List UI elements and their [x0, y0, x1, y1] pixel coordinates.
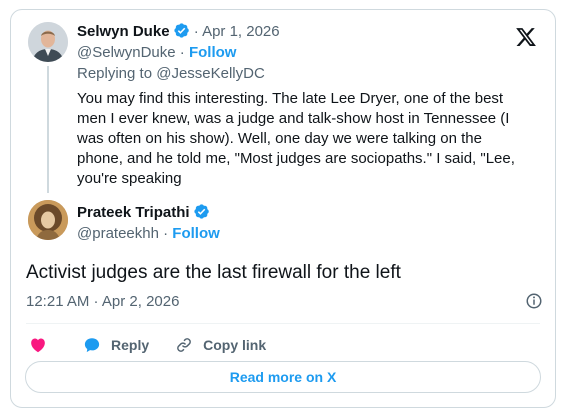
reply-button[interactable]: Reply [83, 336, 149, 354]
replying-to[interactable]: Replying to @JesseKellyDC [77, 64, 265, 84]
quoted-text-line: You may find this interesting. The late … [77, 90, 504, 107]
verified-badge-icon [173, 23, 189, 38]
quoted-text-line: was often on his show). Well, one day we… [77, 130, 482, 147]
follow-prateek-button[interactable]: Follow [172, 225, 220, 242]
info-icon[interactable] [525, 292, 543, 310]
copy-link-button[interactable]: Copy link [175, 336, 266, 354]
quoted-header: Selwyn Duke · Apr 1, 2026 [77, 22, 280, 42]
tweet-header: Prateek Tripathi [77, 203, 210, 223]
prateek-tripathi-avatar[interactable] [28, 200, 68, 240]
tweet-handle[interactable]: @prateekhh [77, 225, 159, 242]
quoted-author-name[interactable]: Selwyn Duke [77, 23, 170, 40]
dot-separator: · [163, 225, 169, 242]
reply-bubble-icon [84, 338, 100, 353]
heart-icon [31, 338, 45, 353]
divider [26, 323, 540, 324]
reply-label: Reply [111, 337, 150, 353]
link-icon [177, 338, 191, 352]
quoted-text-line: men I ever knew, was a judge and talk-sh… [77, 110, 510, 127]
dot-separator: · [193, 23, 199, 40]
like-button[interactable] [29, 336, 57, 354]
x-logo-icon[interactable] [515, 26, 537, 48]
quoted-handle-row: @SelwynDuke · Follow [77, 43, 236, 63]
quoted-text: You may find this interesting. The late … [77, 89, 527, 189]
copy-link-label: Copy link [203, 337, 267, 353]
selwyn-duke-avatar[interactable] [28, 22, 68, 62]
thread-connector-line [47, 66, 49, 193]
tweet-card: Selwyn Duke · Apr 1, 2026 @SelwynDuke · … [10, 9, 556, 408]
quoted-date[interactable]: Apr 1, 2026 [202, 23, 280, 40]
quoted-text-line: phone, and he told me, "Most judges are … [77, 150, 515, 167]
tweet-author-name[interactable]: Prateek Tripathi [77, 204, 190, 221]
dot-separator: · [179, 44, 185, 61]
quoted-handle[interactable]: @SelwynDuke [77, 44, 176, 61]
verified-badge-icon [193, 204, 209, 219]
quoted-text-line: you're speaking [77, 170, 182, 187]
follow-selwyn-button[interactable]: Follow [189, 44, 237, 61]
read-more-button[interactable]: Read more on X [25, 361, 541, 393]
tweet-handle-row: @prateekhh · Follow [77, 224, 220, 244]
tweet-timestamp[interactable]: 12:21 AM · Apr 2, 2026 [26, 292, 179, 312]
tweet-text: Activist judges are the last firewall fo… [26, 262, 401, 283]
action-bar: Reply Copy link [29, 333, 292, 357]
